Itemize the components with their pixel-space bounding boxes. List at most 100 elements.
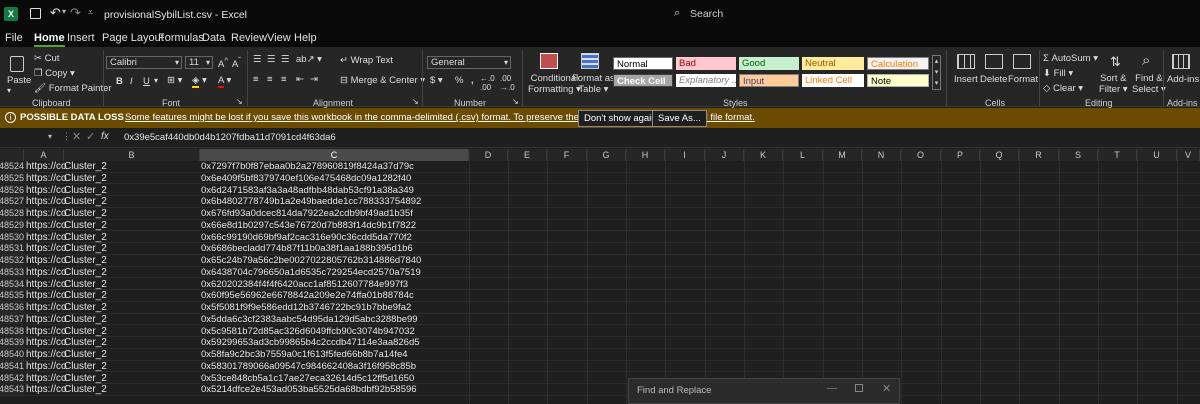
cell-b[interactable]: Cluster_2 [64, 196, 107, 207]
cell-b[interactable]: Cluster_2 [64, 255, 107, 266]
decrease-indent-icon[interactable]: ⇤ [296, 74, 304, 85]
cell-c[interactable]: 0x620202384f4f4f6420acc1af8512607784e997… [201, 279, 408, 290]
cut-button[interactable]: ✂ Cut [34, 53, 59, 64]
column-header-g[interactable]: G [587, 149, 626, 161]
column-header-r[interactable]: R [1019, 149, 1059, 161]
align-center-icon[interactable]: ≡ [267, 74, 273, 85]
column-header-l[interactable]: L [783, 149, 823, 161]
column-header-k[interactable]: K [744, 149, 783, 161]
cell-a[interactable]: https://co [26, 220, 67, 231]
cell-a[interactable]: https://co [26, 361, 67, 372]
column-header-q[interactable]: Q [980, 149, 1019, 161]
decrease-font-icon[interactable]: Aˇ [232, 56, 241, 70]
comma-button[interactable]: , [471, 75, 474, 86]
column-header-e[interactable]: E [508, 149, 547, 161]
cell-a[interactable]: https://co [26, 337, 67, 348]
column-header-v[interactable]: V [1177, 149, 1200, 161]
row-number[interactable]: 48526 [0, 184, 24, 196]
column-header-h[interactable]: H [626, 149, 665, 161]
cell-a[interactable]: https://co [26, 232, 67, 243]
column-header-j[interactable]: J [705, 149, 744, 161]
menu-view[interactable]: View [267, 32, 291, 44]
cell-b[interactable]: Cluster_2 [64, 185, 107, 196]
undo-dropdown-icon[interactable]: ▾ [62, 7, 66, 16]
cell-c[interactable]: 0x5f5081f9f9e586edd12b3746722bc91b7bbe9f… [201, 302, 411, 313]
style-neutral[interactable]: Neutral [802, 57, 864, 70]
styles-scroll[interactable]: ▴ ▾ ▾ [932, 55, 941, 90]
cell-c[interactable]: 0x58fa9c2bc3b7559a0c1f613f5fed66b8b7a14f… [201, 349, 408, 360]
row-number[interactable]: 48538 [0, 325, 24, 337]
table-row[interactable]: 48542 https://co Cluster_2 0x53ce848cb5a1c1… [0, 372, 1200, 385]
borders-icon[interactable]: ⊞ ▾ [167, 75, 182, 86]
find-icon[interactable]: ⌕ [1142, 52, 1150, 69]
column-header-d[interactable]: D [469, 149, 508, 161]
align-middle-icon[interactable]: ☰ [267, 54, 276, 65]
minimize-icon[interactable]: — [827, 383, 837, 394]
cell-b[interactable]: Cluster_2 [64, 326, 107, 337]
underline-dropdown-icon[interactable]: ▾ [154, 76, 158, 85]
cell-c[interactable]: 0x59299653ad3cb99865b4c2ccdb47114e3aa826… [201, 337, 420, 348]
row-number[interactable]: 48525 [0, 172, 24, 184]
cell-c[interactable]: 0x58301789066a09547c984662408a3f16f958c8… [201, 361, 416, 372]
style-input[interactable]: Input [739, 74, 799, 87]
column-header-f[interactable]: F [547, 149, 587, 161]
cell-b[interactable]: Cluster_2 [64, 208, 107, 219]
cell-b[interactable]: Cluster_2 [64, 267, 107, 278]
merge-center-button[interactable]: ⊟ Merge & Center ▾ [340, 75, 425, 86]
column-header-i[interactable]: I [665, 149, 705, 161]
row-number[interactable]: 48529 [0, 219, 24, 231]
table-row[interactable]: 48524 https://co Cluster_2 0x7297f7b0f87eba… [0, 161, 1200, 173]
addins-icon[interactable] [1172, 54, 1190, 69]
column-header-a[interactable]: A [24, 149, 64, 161]
cell-b[interactable]: Cluster_2 [64, 373, 107, 384]
redo-icon[interactable]: ↷ [70, 5, 81, 21]
style-check-cell[interactable]: Check Cell [613, 74, 673, 87]
table-row[interactable]: 48529 https://co Cluster_2 0x66e8d1b0297c54… [0, 219, 1200, 232]
column-header-p[interactable]: P [941, 149, 980, 161]
menu-help[interactable]: Help [294, 32, 317, 44]
table-row[interactable]: 48535 https://co Cluster_2 0x60f95e56962e66… [0, 290, 1200, 302]
increase-font-icon[interactable]: A^ [218, 56, 228, 70]
row-number[interactable]: 48528 [0, 208, 24, 219]
paste-dropdown-icon[interactable]: ▾ [7, 86, 11, 95]
cell-a[interactable]: https://co [26, 373, 67, 384]
orientation-icon[interactable]: ab↗ ▾ [296, 54, 322, 65]
row-number[interactable]: 48543 [0, 384, 24, 396]
sort-filter-button[interactable]: Sort & Filter ▾ [1099, 73, 1128, 95]
cell-a[interactable]: https://co [26, 243, 67, 254]
spreadsheet-grid[interactable]: 48524 https://co Cluster_2 0x7297f7b0f87eba… [0, 161, 1200, 404]
cell-a[interactable]: https://co [26, 185, 67, 196]
format-painter-button[interactable]: 🖌 Format Painter [34, 83, 112, 94]
row-number[interactable]: 48536 [0, 302, 24, 313]
table-row[interactable]: 48543 https://co Cluster_2 0x5214dfce2e453a… [0, 384, 1200, 396]
table-row[interactable]: 48540 https://co Cluster_2 0x58fa9c2bc3b755… [0, 349, 1200, 361]
menu-review[interactable]: Review [231, 32, 267, 44]
cancel-icon[interactable]: ✕ [72, 130, 81, 143]
cell-a[interactable]: https://co [26, 279, 67, 290]
name-box-dropdown-icon[interactable]: ▾ [48, 132, 52, 141]
insert-cells-button[interactable]: Insert [954, 74, 978, 85]
row-number[interactable]: 48524 [0, 161, 24, 172]
table-row[interactable]: 48530 https://co Cluster_2 0x66c99190d69bf9… [0, 231, 1200, 244]
table-row[interactable]: 48531 https://co Cluster_2 0x6686becladd774… [0, 243, 1200, 255]
cell-a[interactable]: https://co [26, 384, 67, 395]
row-number[interactable]: 48533 [0, 266, 24, 278]
table-row[interactable]: 48537 https://co Cluster_2 0x5dda6c3cf2383a… [0, 313, 1200, 326]
insert-cells-icon[interactable] [957, 54, 975, 69]
column-header-t[interactable]: T [1098, 149, 1137, 161]
column-header-m[interactable]: M [823, 149, 862, 161]
customize-quick-access-icon[interactable]: ⩡ [88, 7, 93, 18]
find-replace-dialog[interactable]: Find and Replace — ✕ [628, 378, 900, 404]
menu-file[interactable]: File [5, 32, 23, 44]
format-as-table-icon[interactable] [581, 53, 599, 69]
align-right-icon[interactable]: ≡ [281, 74, 287, 85]
cell-c[interactable]: 0x5c9581b72d85ac326d6049ffcb90c3074b9470… [201, 326, 415, 337]
table-row[interactable]: 48533 https://co Cluster_2 0x6438704c796650… [0, 266, 1200, 279]
style-note[interactable]: Note [867, 74, 929, 87]
italic-button[interactable]: I [130, 76, 133, 87]
menu-page-layout[interactable]: Page Layout [102, 32, 164, 44]
cell-a[interactable]: https://co [26, 161, 67, 172]
table-row[interactable]: 48528 https://co Cluster_2 0x676fd93a0dcec8… [0, 208, 1200, 220]
menu-data[interactable]: Data [202, 32, 225, 44]
insert-function-icon[interactable]: fx [101, 131, 109, 142]
